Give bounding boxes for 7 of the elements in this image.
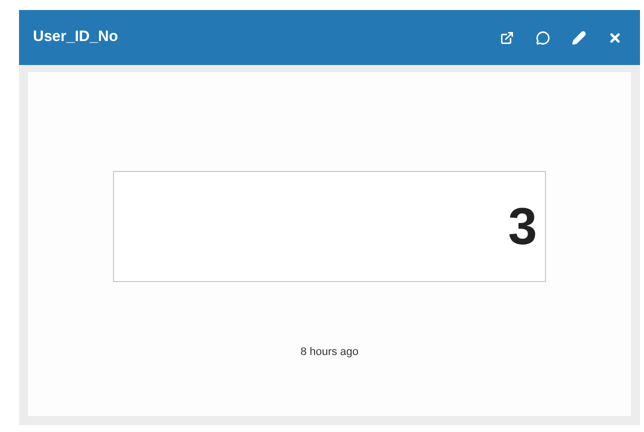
external-link-icon[interactable] [500, 30, 514, 44]
value-text: 3 [508, 196, 537, 258]
close-icon[interactable] [608, 30, 622, 44]
widget-title: User_ID_No [33, 27, 120, 48]
timestamp-text: 8 hours ago [300, 345, 359, 360]
comment-icon[interactable] [536, 30, 550, 44]
pencil-icon[interactable] [572, 30, 586, 44]
